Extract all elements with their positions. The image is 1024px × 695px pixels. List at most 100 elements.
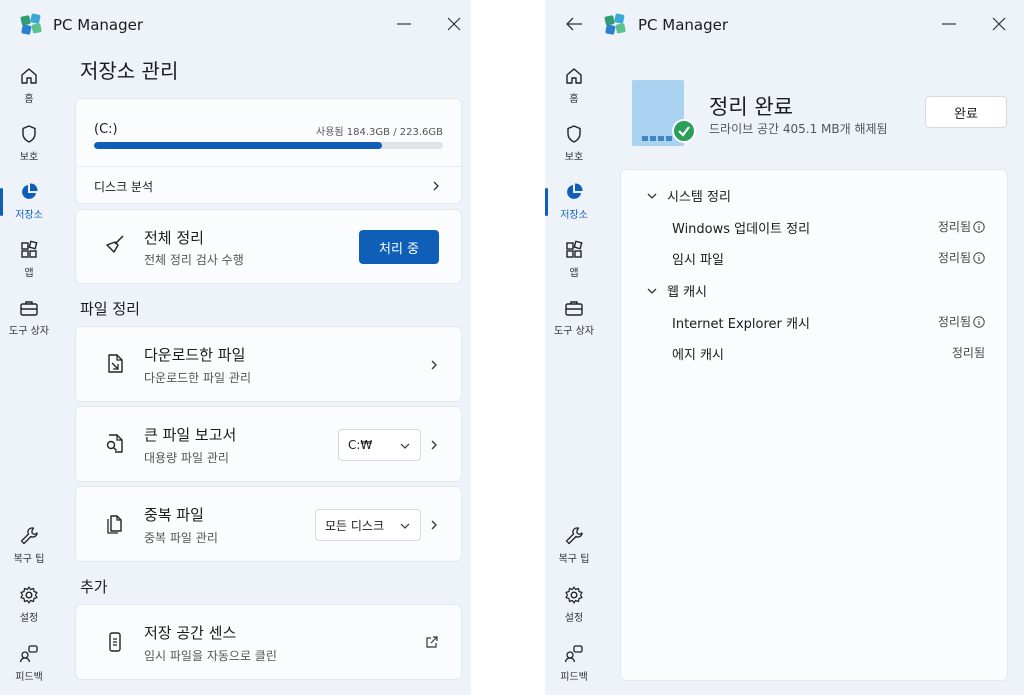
nav-label-apps: 앱	[24, 268, 34, 279]
minimize-button[interactable]	[389, 10, 419, 38]
toolbox-icon	[565, 301, 583, 316]
nav-item-apps[interactable]: 앱	[0, 234, 58, 290]
duplicate-files-card[interactable]: 중복 파일 중복 파일 관리 모든 디스크	[75, 486, 462, 562]
result-row-label: Internet Explorer 캐시	[672, 317, 810, 332]
pie-chart-icon	[567, 183, 583, 199]
storage-sense-card[interactable]: 저장 공간 센스 임시 파일을 자동으로 클린	[75, 604, 462, 680]
pc-manager-logo-icon	[604, 13, 626, 35]
title-bar: PC Manager	[0, 0, 471, 50]
info-icon[interactable]	[973, 251, 985, 264]
minimize-icon	[942, 23, 956, 25]
large-files-card[interactable]: 큰 파일 보고서 대용량 파일 관리 C:₩	[75, 406, 462, 482]
cleanup-results-card: 시스템 정리 Windows 업데이트 정리 정리됨 임시 파일 정리됨 웹 캐…	[620, 169, 1008, 681]
nav-item-repair[interactable]: 복구 팁	[545, 520, 603, 576]
nav-label-storage: 저장소	[15, 210, 43, 221]
drive-usage-bar-fill	[94, 142, 382, 149]
disk-analysis-label: 디스크 분석	[94, 180, 154, 194]
duplicate-files-subtitle: 중복 파일 관리	[144, 531, 218, 545]
download-file-icon	[108, 354, 123, 373]
large-files-title: 큰 파일 보고서	[144, 426, 237, 444]
close-button[interactable]	[984, 10, 1014, 38]
nav-item-toolbox[interactable]: 도구 상자	[0, 292, 58, 348]
group-web-cache[interactable]: 웹 캐시	[647, 281, 707, 300]
done-button[interactable]: 완료	[925, 96, 1007, 128]
nav-selected-indicator	[545, 188, 548, 216]
nav-item-home[interactable]: 홈	[0, 60, 58, 116]
close-icon	[447, 17, 461, 31]
downloaded-files-subtitle: 다운로드한 파일 관리	[144, 371, 251, 385]
chevron-right-icon	[431, 520, 437, 530]
status-text: 정리됨	[951, 346, 985, 360]
nav-item-storage[interactable]: 저장소	[0, 176, 58, 232]
result-row-status: 정리됨	[952, 344, 985, 361]
nav-label-storage: 저장소	[560, 210, 588, 221]
status-text: 정리됨	[937, 315, 971, 329]
app-title: PC Manager	[638, 16, 729, 34]
drive-label: (C:)	[94, 122, 118, 137]
nav-item-repair[interactable]: 복구 팁	[0, 520, 58, 576]
nav-label-repair: 복구 팁	[558, 554, 590, 565]
minimize-button[interactable]	[934, 10, 964, 38]
nav-item-protect[interactable]: 보호	[545, 118, 603, 174]
downloaded-files-card[interactable]: 다운로드한 파일 다운로드한 파일 관리	[75, 326, 462, 402]
wrench-icon	[20, 527, 38, 545]
full-cleanup-card: 전체 정리 전체 정리 검사 수행 처리 중	[75, 209, 462, 284]
duplicate-files-title: 중복 파일	[144, 506, 204, 524]
info-icon[interactable]	[973, 315, 985, 328]
nav-item-feedback[interactable]: 피드백	[545, 638, 603, 694]
result-row-status: 정리됨	[938, 218, 985, 235]
nav-label-toolbox: 도구 상자	[9, 326, 49, 337]
group-label: 웹 캐시	[667, 285, 708, 300]
title-bar: PC Manager	[545, 0, 1024, 50]
drive-select-value: C:₩	[348, 438, 373, 452]
pc-manager-logo-icon	[20, 13, 42, 35]
nav-selected-indicator	[0, 188, 3, 216]
info-icon[interactable]	[973, 220, 985, 233]
more-heading: 추가	[80, 578, 108, 596]
result-row-status: 정리됨	[938, 313, 985, 330]
nav-label-protect: 보호	[564, 152, 584, 163]
close-button[interactable]	[439, 10, 469, 38]
group-system-cleanup[interactable]: 시스템 정리	[647, 186, 731, 205]
nav-item-protect[interactable]: 보호	[0, 118, 58, 174]
page-title: 저장소 관리	[80, 59, 179, 83]
apps-icon	[566, 240, 583, 258]
external-link-icon	[426, 636, 438, 648]
nav-label-feedback: 피드백	[560, 672, 588, 683]
nav-item-settings[interactable]: 설정	[0, 579, 58, 635]
phone-device-icon	[109, 632, 121, 652]
processing-button[interactable]: 처리 중	[359, 230, 439, 264]
result-row-label: 에지 캐시	[672, 348, 724, 363]
apps-icon	[21, 240, 38, 258]
pie-chart-icon	[22, 183, 38, 199]
nav-item-home[interactable]: 홈	[545, 60, 603, 116]
nav-item-feedback[interactable]: 피드백	[0, 638, 58, 694]
nav-label-repair: 복구 팁	[13, 554, 45, 565]
shield-icon	[22, 125, 36, 143]
chevron-down-icon	[647, 193, 657, 199]
nav-item-toolbox[interactable]: 도구 상자	[545, 292, 603, 348]
nav-label-feedback: 피드백	[15, 672, 43, 683]
broom-icon	[106, 235, 124, 253]
file-search-icon	[106, 434, 123, 453]
gear-icon	[565, 586, 583, 604]
chevron-down-icon	[647, 288, 657, 294]
downloaded-files-title: 다운로드한 파일	[144, 346, 246, 364]
cleanup-done-subtitle: 드라이브 공간 405.1 MB개 해제됨	[709, 122, 888, 136]
pc-manager-cleanup-window: PC Manager 홈 보호 저장소 앱 도구 상자 복구 팁 설정 피드백 …	[545, 0, 1024, 695]
disk-select[interactable]: 모든 디스크	[315, 509, 421, 541]
group-label: 시스템 정리	[667, 190, 731, 205]
nav-label-home: 홈	[569, 94, 579, 105]
gear-icon	[20, 586, 38, 604]
status-text: 정리됨	[937, 220, 971, 234]
nav-item-apps[interactable]: 앱	[545, 234, 603, 290]
disk-analysis-row[interactable]: 디스크 분석	[76, 167, 461, 204]
nav-item-settings[interactable]: 설정	[545, 579, 603, 635]
success-check-icon	[672, 119, 696, 143]
nav-item-storage[interactable]: 저장소	[545, 176, 603, 232]
back-button[interactable]	[559, 10, 589, 38]
drive-select[interactable]: C:₩	[338, 429, 421, 461]
wrench-icon	[565, 527, 583, 545]
drive-usage-text: 사용됨 184.3GB / 223.6GB	[316, 127, 443, 138]
nav-label-protect: 보호	[19, 152, 39, 163]
